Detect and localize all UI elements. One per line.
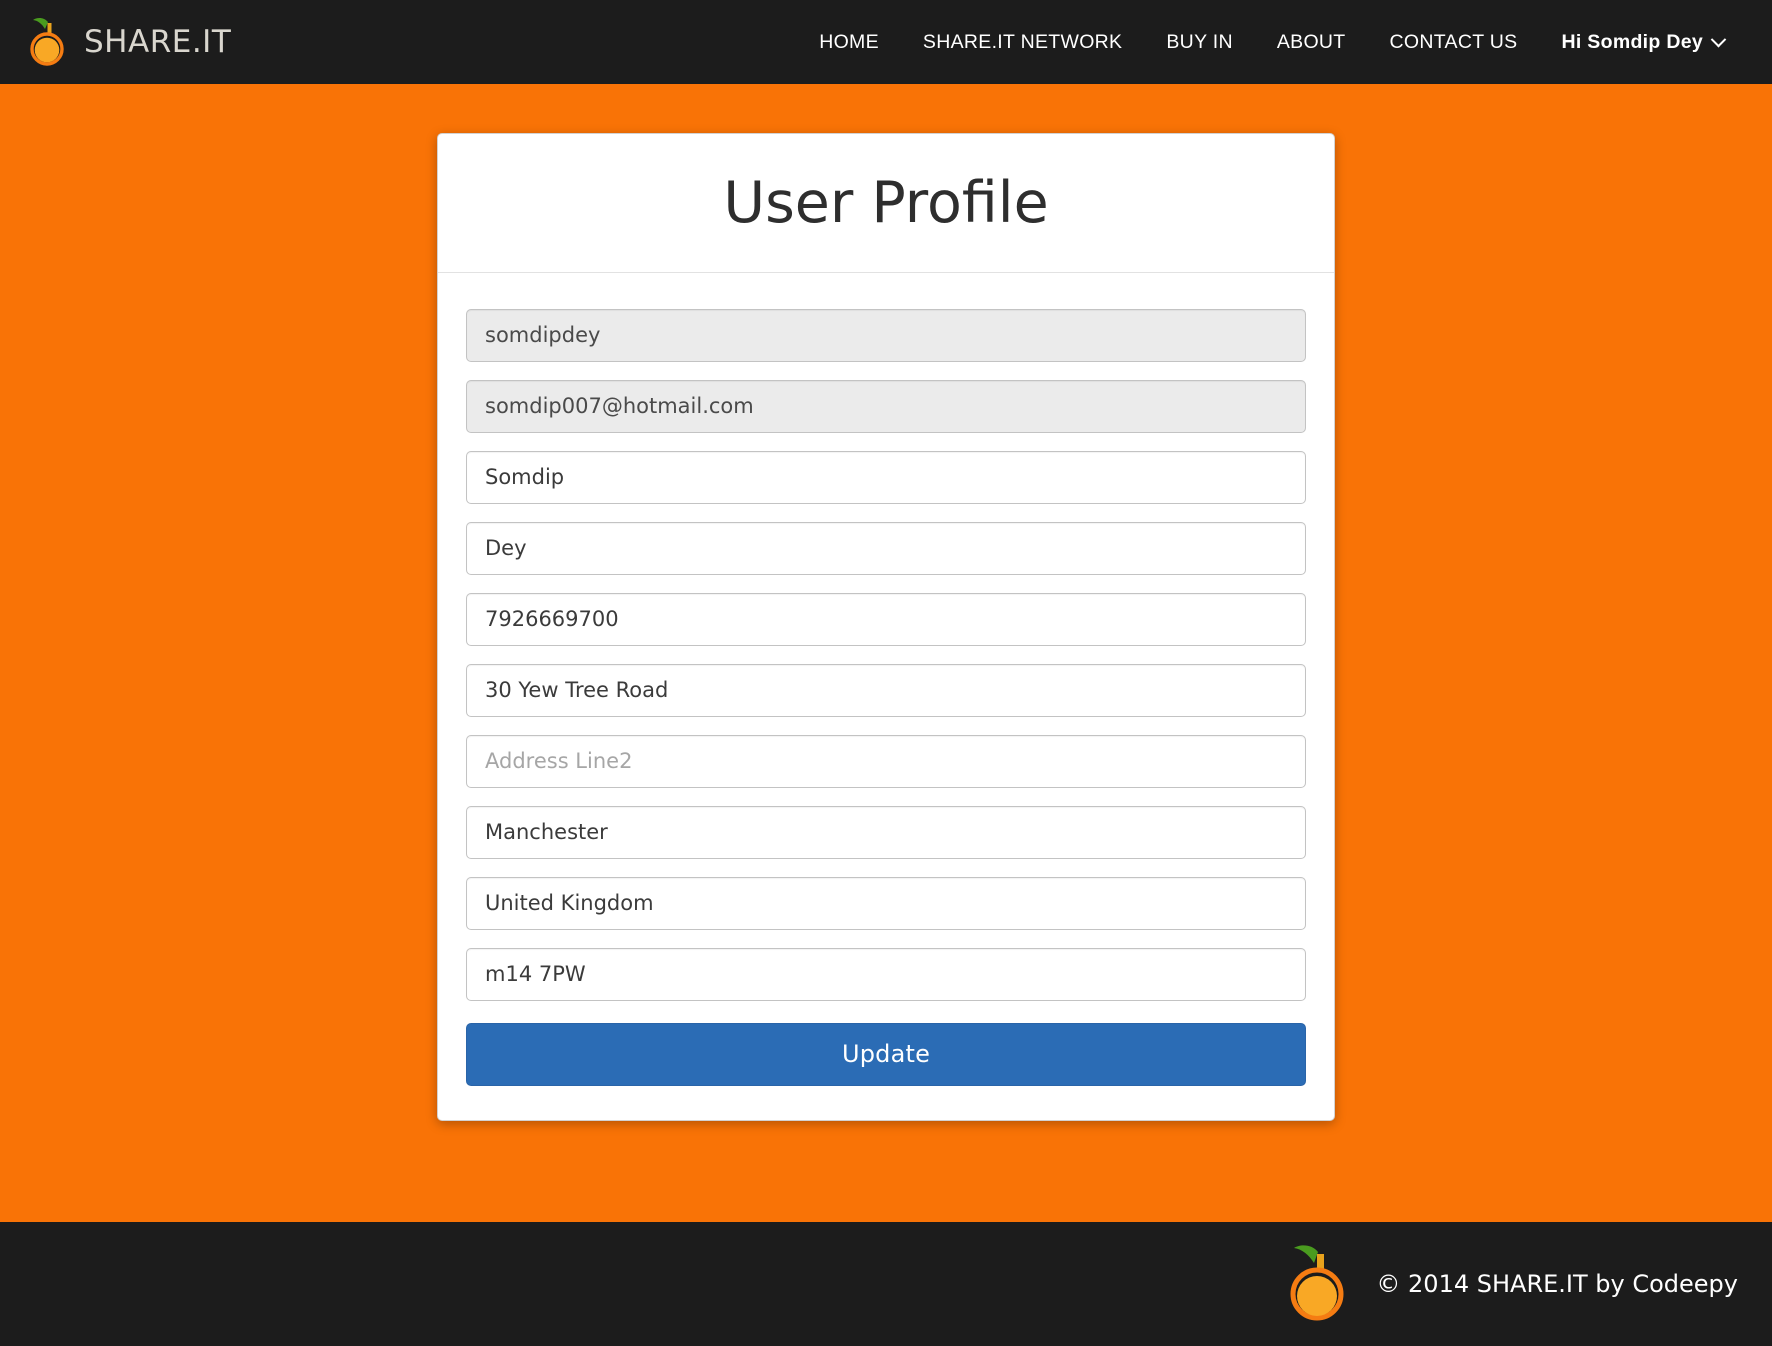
footer-copyright: © 2014 SHARE.IT by Codeepy bbox=[1376, 1270, 1738, 1298]
form-group-email bbox=[466, 379, 1306, 433]
form-group-last-name bbox=[466, 521, 1306, 575]
form-group-first-name bbox=[466, 450, 1306, 504]
form-group-postcode bbox=[466, 947, 1306, 1001]
nav-link-contact-us[interactable]: CONTACT US bbox=[1368, 21, 1540, 64]
nav-link-buy-in[interactable]: BUY IN bbox=[1144, 21, 1254, 64]
update-button[interactable]: Update bbox=[466, 1022, 1306, 1086]
form-group-address-line1 bbox=[466, 663, 1306, 717]
country-field[interactable] bbox=[466, 876, 1306, 930]
form-group-phone bbox=[466, 592, 1306, 646]
first-name-field[interactable] bbox=[466, 450, 1306, 504]
user-menu-toggle[interactable]: Hi Somdip Dey bbox=[1539, 21, 1713, 64]
form-group-username bbox=[466, 308, 1306, 362]
username-field[interactable] bbox=[466, 308, 1306, 362]
brand-logo-link[interactable]: SHARE.IT bbox=[22, 16, 231, 68]
orange-fruit-logo-icon bbox=[22, 16, 74, 68]
form-group-city bbox=[466, 805, 1306, 859]
address-line2-field[interactable] bbox=[466, 734, 1306, 788]
nav-link-home[interactable]: HOME bbox=[797, 21, 901, 64]
address-line1-field[interactable] bbox=[466, 663, 1306, 717]
nav-link-about[interactable]: ABOUT bbox=[1255, 21, 1368, 64]
page-title: User Profile bbox=[723, 170, 1049, 236]
nav-links: HOME SHARE.IT NETWORK BUY IN ABOUT CONTA… bbox=[797, 21, 1742, 64]
user-profile-form: Update bbox=[438, 273, 1334, 1120]
form-group-address-line2 bbox=[466, 734, 1306, 788]
chevron-down-icon[interactable] bbox=[1710, 31, 1742, 48]
postcode-field[interactable] bbox=[466, 947, 1306, 1001]
phone-field[interactable] bbox=[466, 592, 1306, 646]
brand-name: SHARE.IT bbox=[84, 23, 232, 60]
panel-header: User Profile bbox=[438, 134, 1334, 273]
page-footer: © 2014 SHARE.IT by Codeepy bbox=[0, 1222, 1772, 1346]
top-navbar: SHARE.IT HOME SHARE.IT NETWORK BUY IN AB… bbox=[0, 0, 1772, 84]
user-profile-panel: User Profile somdipdey somdip007@hotmail… bbox=[437, 133, 1335, 1121]
email-field[interactable] bbox=[466, 379, 1306, 433]
page-content: User Profile somdipdey somdip007@hotmail… bbox=[0, 84, 1772, 1222]
nav-link-shareit-network[interactable]: SHARE.IT NETWORK bbox=[901, 21, 1144, 64]
city-field[interactable] bbox=[466, 805, 1306, 859]
form-group-country bbox=[466, 876, 1306, 930]
orange-fruit-logo-icon bbox=[1280, 1242, 1358, 1326]
last-name-field[interactable] bbox=[466, 521, 1306, 575]
